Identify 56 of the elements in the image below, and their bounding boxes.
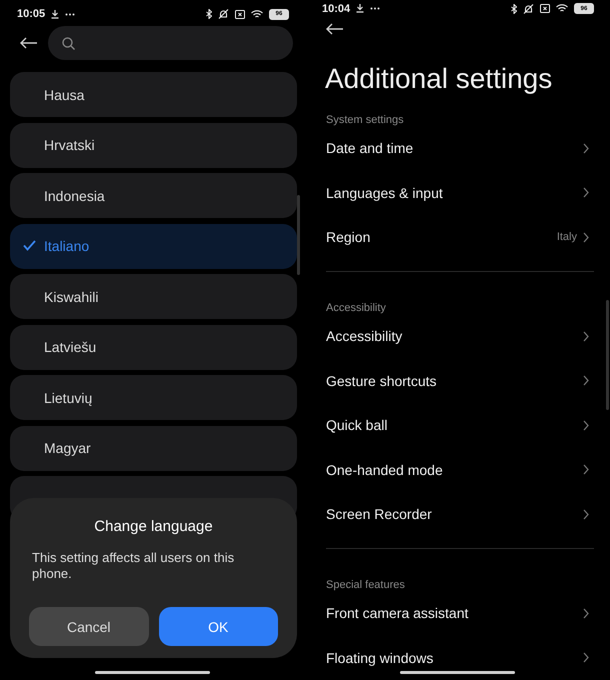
dialog-title: Change language <box>93 518 214 535</box>
ok-button[interactable]: OK <box>158 607 278 646</box>
sim-icon <box>235 10 245 18</box>
language-item[interactable]: Kiswahili <box>10 274 297 319</box>
settings-row[interactable]: Languages & input <box>305 170 602 215</box>
cancel-button[interactable]: Cancel <box>29 607 148 646</box>
back-arrow-icon[interactable] <box>20 37 38 49</box>
chevron-right-icon <box>583 420 589 431</box>
row-value: Italy <box>556 231 577 244</box>
settings-row[interactable]: Gesture shortcuts <box>305 358 602 403</box>
chevron-right-icon <box>583 608 589 619</box>
settings-row[interactable]: Front camera assistant <box>305 591 602 636</box>
sim-icon <box>540 4 550 14</box>
section-header: Accessibility <box>325 300 387 314</box>
language-item[interactable]: Magyar <box>10 426 297 470</box>
search-icon <box>62 36 75 50</box>
wifi-icon <box>251 10 263 18</box>
language-item[interactable]: Hausa <box>10 72 297 117</box>
download-icon <box>51 10 60 18</box>
more-icon <box>370 7 380 10</box>
chevron-right-icon <box>583 187 589 198</box>
search-field[interactable] <box>48 26 293 60</box>
bluetooth-icon <box>511 4 517 14</box>
muted-bell-icon <box>523 4 534 14</box>
dialog-message: This setting affects all users on this phone. <box>32 550 236 582</box>
settings-row[interactable]: Quick ball <box>305 402 602 448</box>
back-arrow-icon[interactable] <box>326 23 344 36</box>
section-header: System settings <box>325 112 405 126</box>
language-item[interactable]: Indonesia <box>10 173 297 218</box>
status-time: 10:04 <box>322 2 350 15</box>
check-icon <box>23 240 36 250</box>
settings-row[interactable]: One-handed mode <box>305 447 602 492</box>
settings-row[interactable]: Accessibility <box>305 314 602 358</box>
chevron-right-icon <box>583 330 589 342</box>
language-item[interactable]: Hrvatski <box>10 122 297 168</box>
wifi-icon <box>556 4 568 14</box>
settings-row[interactable]: Floating windows <box>305 636 602 680</box>
status-time: 10:05 <box>17 8 46 20</box>
language-item[interactable]: Latviešu <box>10 324 297 370</box>
chevron-right-icon <box>583 652 589 664</box>
chevron-right-icon <box>583 464 589 476</box>
settings-row[interactable]: Date and time <box>305 126 602 170</box>
chevron-right-icon <box>583 232 589 243</box>
more-icon <box>65 12 76 16</box>
muted-bell-icon <box>218 9 229 19</box>
settings-row[interactable]: Region Italy <box>305 214 602 260</box>
settings-row[interactable]: Screen Recorder <box>305 492 602 536</box>
language-item[interactable]: Lietuvių <box>10 375 297 420</box>
language-item[interactable]: Italiano <box>10 224 297 268</box>
chevron-right-icon <box>583 142 589 154</box>
chevron-right-icon <box>583 508 589 520</box>
section-header: Special features <box>325 578 406 592</box>
page-title: Additional settings <box>324 62 554 95</box>
chevron-right-icon <box>583 375 589 386</box>
bluetooth-icon <box>206 9 212 19</box>
download-icon <box>356 4 364 14</box>
